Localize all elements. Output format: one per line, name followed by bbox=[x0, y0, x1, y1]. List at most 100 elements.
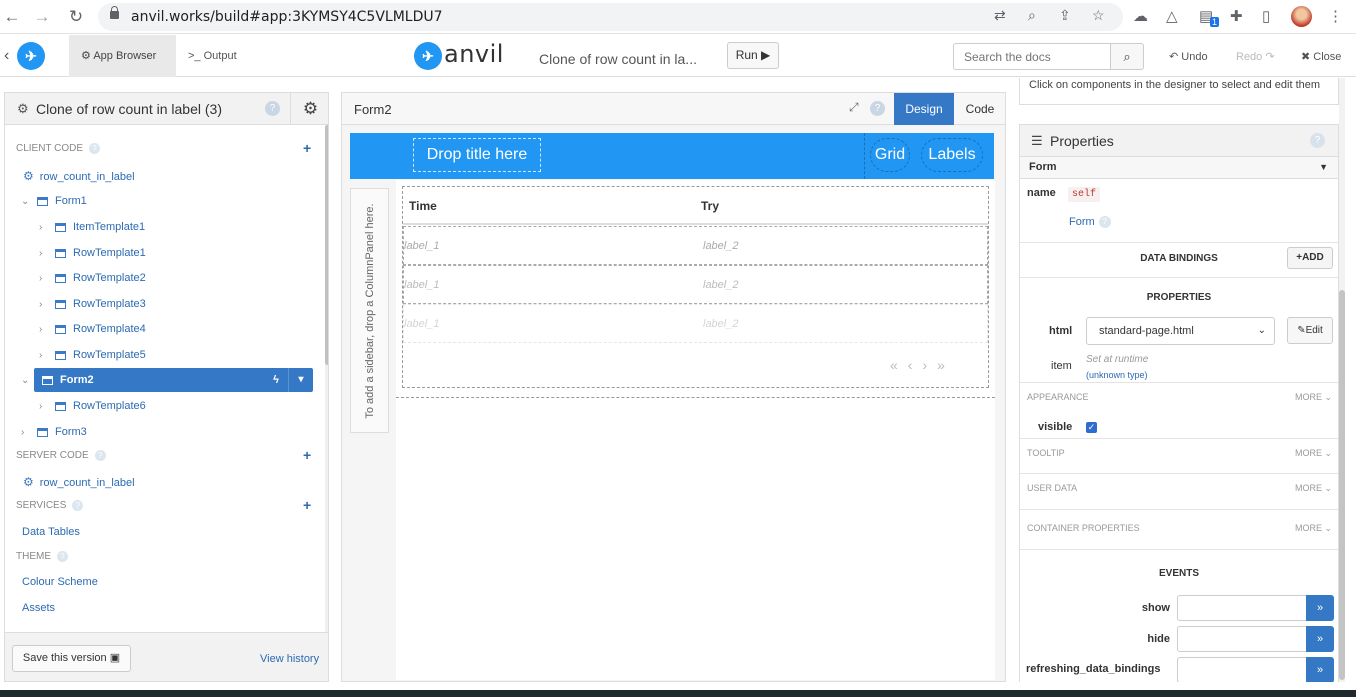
undo-button[interactable]: ↶ Undo bbox=[1169, 50, 1208, 63]
item-value[interactable]: Set at runtime bbox=[1086, 354, 1148, 365]
tree-item-rowtemplate2[interactable]: › RowTemplate2 bbox=[39, 266, 146, 290]
table-row[interactable]: label_1 label_2 bbox=[403, 304, 988, 343]
design-tab[interactable]: Design bbox=[894, 93, 954, 125]
add-binding-button[interactable]: +ADD bbox=[1287, 247, 1333, 269]
tree-item-itemtemplate1[interactable]: › ItemTemplate1 bbox=[39, 215, 145, 239]
browser-menu-icon[interactable]: ⋮ bbox=[1328, 7, 1343, 25]
side-panel-icon[interactable]: ▯ bbox=[1262, 7, 1270, 25]
code-tab[interactable]: Code bbox=[954, 93, 1006, 125]
client-package-item[interactable]: ⚙ row_count_in_label bbox=[23, 164, 135, 188]
event-show-input[interactable] bbox=[1177, 595, 1307, 621]
tree-item-form1[interactable]: ⌄ Form1 bbox=[21, 189, 87, 213]
back-chevron-icon[interactable]: ‹ bbox=[4, 47, 9, 65]
tree-item-form2-selected[interactable]: Form2 ϟ ▾ bbox=[34, 368, 313, 392]
scrollbar-thumb[interactable] bbox=[325, 125, 328, 365]
chevron-right-icon[interactable]: › bbox=[39, 216, 51, 240]
close-button[interactable]: ✖ Close bbox=[1301, 50, 1341, 63]
translate-icon[interactable]: ⇄ bbox=[994, 7, 1006, 24]
edit-html-button[interactable]: ✎Edit bbox=[1287, 317, 1333, 344]
puzzle-extensions-icon[interactable]: ✚ bbox=[1230, 7, 1243, 25]
chevron-right-icon[interactable]: › bbox=[39, 267, 51, 291]
help-icon[interactable]: ? bbox=[1310, 133, 1325, 148]
prev-page-icon[interactable]: ‹ bbox=[908, 357, 923, 373]
row-label-2[interactable]: label_2 bbox=[703, 318, 738, 330]
html-select[interactable]: standard-page.html ⌄ bbox=[1086, 317, 1275, 345]
left-panel-scrollbar[interactable] bbox=[325, 125, 328, 632]
first-page-icon[interactable]: « bbox=[890, 357, 908, 373]
add-server-code-icon[interactable]: + bbox=[303, 447, 311, 463]
user-data-more-toggle[interactable]: MORE ⌄ bbox=[1295, 483, 1332, 494]
share-icon[interactable]: ⇪ bbox=[1059, 7, 1071, 24]
container-more-toggle[interactable]: MORE ⌄ bbox=[1295, 523, 1332, 534]
form-options-dropdown-icon[interactable]: ▾ bbox=[288, 368, 313, 392]
row-label-2[interactable]: label_2 bbox=[703, 240, 738, 252]
cloud-extension-icon[interactable]: ☁ bbox=[1133, 7, 1148, 25]
visible-checkbox[interactable]: ✓ bbox=[1086, 422, 1097, 433]
tooltip-more-toggle[interactable]: MORE ⌄ bbox=[1295, 448, 1332, 459]
search-docs-input[interactable] bbox=[953, 43, 1111, 70]
table-row[interactable]: label_1 label_2 bbox=[403, 226, 988, 265]
component-selector[interactable]: Form ▼ bbox=[1020, 157, 1338, 179]
assets-link[interactable]: Assets bbox=[22, 602, 55, 614]
navbar-links-zone[interactable]: Grid Labels bbox=[864, 133, 994, 179]
data-grid-container[interactable]: Time Try label_1 label_2 label_1 label_2… bbox=[396, 180, 995, 398]
output-tab[interactable]: >_ Output bbox=[180, 35, 237, 77]
row-label-1[interactable]: label_1 bbox=[404, 279, 439, 291]
search-icon[interactable]: ⌕ bbox=[1110, 43, 1144, 70]
add-client-code-icon[interactable]: + bbox=[303, 140, 311, 156]
expand-icon[interactable]: ⤢ bbox=[849, 100, 859, 115]
tree-item-rowtemplate1[interactable]: › RowTemplate1 bbox=[39, 241, 146, 265]
tree-item-rowtemplate3[interactable]: › RowTemplate3 bbox=[39, 292, 146, 316]
tree-item-rowtemplate6[interactable]: › RowTemplate6 bbox=[39, 394, 146, 418]
table-row[interactable]: label_1 label_2 bbox=[403, 265, 988, 304]
row-label-2[interactable]: label_2 bbox=[703, 279, 738, 291]
event-refreshing-go-button[interactable]: » bbox=[1306, 657, 1334, 682]
help-icon[interactable]: ? bbox=[870, 101, 885, 116]
chevron-right-icon[interactable]: › bbox=[39, 395, 51, 419]
sidebar-drop-zone[interactable]: To add a sidebar, drop a ColumnPanel her… bbox=[350, 188, 389, 433]
next-page-icon[interactable]: › bbox=[922, 357, 937, 373]
help-icon[interactable]: ? bbox=[265, 101, 280, 116]
chevron-right-icon[interactable]: › bbox=[39, 318, 51, 342]
client-code-help-icon[interactable]: ? bbox=[89, 143, 101, 154]
add-service-icon[interactable]: + bbox=[303, 497, 311, 513]
reload-icon[interactable]: ↻ bbox=[66, 7, 86, 27]
event-show-go-button[interactable]: » bbox=[1306, 595, 1334, 621]
tree-item-rowtemplate5[interactable]: › RowTemplate5 bbox=[39, 343, 146, 367]
form-help-icon[interactable]: ? bbox=[1098, 216, 1111, 229]
settings-gear-icon[interactable]: ⚙ bbox=[290, 93, 328, 125]
title-drop-zone[interactable]: Drop title here bbox=[413, 138, 541, 172]
chevron-right-icon[interactable]: › bbox=[39, 242, 51, 266]
drive-extension-icon[interactable]: △ bbox=[1166, 7, 1178, 25]
event-hide-go-button[interactable]: » bbox=[1306, 626, 1334, 652]
app-browser-tab[interactable]: ⚙ App Browser bbox=[69, 35, 176, 77]
tree-item-form3[interactable]: › Form3 bbox=[21, 420, 87, 444]
chevron-down-icon[interactable]: ⌄ bbox=[21, 368, 33, 392]
last-page-icon[interactable]: » bbox=[937, 357, 955, 373]
chevron-down-icon[interactable]: ⌄ bbox=[21, 190, 33, 214]
redo-button[interactable]: Redo ↷ bbox=[1236, 50, 1275, 63]
nav-link-grid[interactable]: Grid bbox=[870, 138, 910, 172]
forward-arrow-icon[interactable]: → bbox=[32, 7, 52, 27]
colour-scheme-link[interactable]: Colour Scheme bbox=[22, 576, 98, 588]
save-version-button[interactable]: Save this version ▣ bbox=[12, 645, 131, 672]
chevron-right-icon[interactable]: › bbox=[39, 344, 51, 368]
data-grid[interactable]: Time Try label_1 label_2 label_1 label_2… bbox=[402, 186, 989, 388]
form-type-link[interactable]: Form? bbox=[1069, 216, 1111, 229]
scrollbar-thumb[interactable] bbox=[1339, 290, 1345, 680]
chevron-right-icon[interactable]: › bbox=[21, 421, 33, 445]
theme-help-icon[interactable]: ? bbox=[57, 551, 68, 562]
zoom-icon[interactable]: ⌕ bbox=[1028, 7, 1036, 24]
name-value[interactable]: self bbox=[1068, 187, 1101, 202]
startup-form-bolt-icon[interactable]: ϟ bbox=[266, 368, 286, 392]
chevron-right-icon[interactable]: › bbox=[39, 293, 51, 317]
event-refreshing-input[interactable] bbox=[1177, 657, 1307, 682]
bookmark-star-icon[interactable]: ☆ bbox=[1092, 7, 1105, 24]
view-history-link[interactable]: View history bbox=[260, 653, 319, 665]
profile-avatar[interactable] bbox=[1291, 6, 1312, 27]
appearance-more-toggle[interactable]: MORE ⌄ bbox=[1295, 392, 1332, 403]
row-label-1[interactable]: label_1 bbox=[404, 240, 439, 252]
tree-item-rowtemplate4[interactable]: › RowTemplate4 bbox=[39, 317, 146, 341]
run-button[interactable]: Run ▶ bbox=[727, 42, 779, 69]
properties-scrollbar[interactable] bbox=[1339, 78, 1345, 682]
